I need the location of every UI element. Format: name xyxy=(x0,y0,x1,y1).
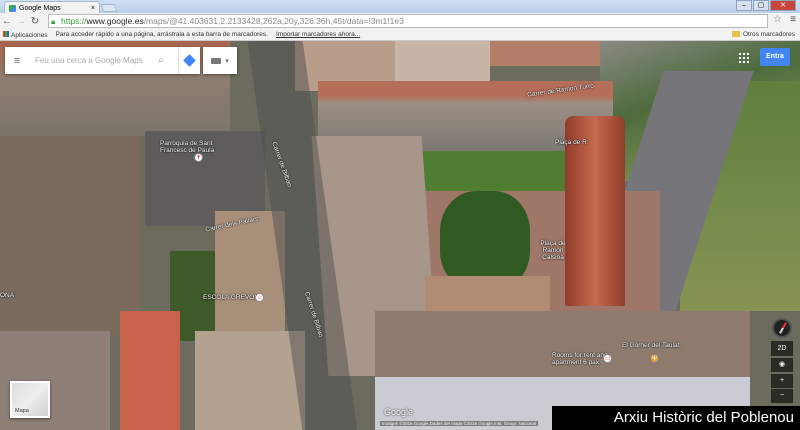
church-pin-icon[interactable]: ✝ xyxy=(194,153,203,162)
bookmarks-hint: Para acceder rápido a una página, arrást… xyxy=(56,31,268,38)
map-attribution[interactable]: Imatges ©2016 Google,Dades del mapa ©201… xyxy=(380,421,538,426)
lock-icon: 🔒︎ xyxy=(51,16,55,28)
restaurant-pin-icon[interactable]: Ψ xyxy=(650,354,659,363)
search-icon[interactable]: ⌕ xyxy=(158,55,178,66)
title-bar: Google Maps × – ▢ ✕ xyxy=(0,0,800,13)
search-input[interactable]: Feu una cerca a Google Maps xyxy=(29,56,158,65)
browser-menu-icon[interactable]: ≡ xyxy=(790,14,796,25)
directions-icon xyxy=(183,54,196,67)
apps-icon xyxy=(3,31,9,37)
apps-shortcut[interactable]: Aplicaciones xyxy=(3,31,48,39)
reload-icon[interactable]: ↻ xyxy=(28,16,42,27)
zoom-in-button[interactable]: + xyxy=(771,374,793,388)
map-view-switcher[interactable]: Mapa xyxy=(10,381,50,418)
import-bookmarks-link[interactable]: Importar marcadores ahora... xyxy=(276,31,360,38)
map-label-left-edge: ONA xyxy=(0,292,14,299)
maximize-button[interactable]: ▢ xyxy=(753,0,769,11)
other-bookmarks[interactable]: Otros marcadores xyxy=(732,31,795,38)
forward-icon[interactable]: → xyxy=(14,16,28,27)
satellite-map[interactable]: Parròquia de Sant Francesc de Paula ✝ Ca… xyxy=(0,41,800,430)
map-view-label: Mapa xyxy=(15,408,29,414)
zoom-out-button[interactable]: − xyxy=(771,389,793,403)
close-window-button[interactable]: ✕ xyxy=(770,0,796,11)
tab-title: Google Maps xyxy=(19,5,61,12)
location-icon[interactable]: ◉ xyxy=(771,358,793,372)
apps-grid-icon[interactable] xyxy=(739,53,749,63)
back-icon[interactable]: ← xyxy=(0,16,14,27)
search-box: ≡ Feu una cerca a Google Maps ⌕ xyxy=(5,47,200,74)
sign-in-button[interactable]: Entra xyxy=(760,48,790,66)
new-tab-button[interactable] xyxy=(101,4,118,12)
school-pin-icon[interactable]: ⌂ xyxy=(255,293,264,302)
folder-icon xyxy=(732,31,740,37)
map-label-school[interactable]: ESCOLA GREVOL xyxy=(203,294,258,301)
map-label-church[interactable]: Parròquia de Sant Francesc de Paula xyxy=(160,140,240,154)
url-scheme: https:// xyxy=(61,16,87,26)
apps-label: Aplicaciones xyxy=(11,32,48,39)
bookmarks-bar: Aplicaciones Para acceder rápido a una p… xyxy=(0,29,800,41)
lodging-pin-icon[interactable]: ▭ xyxy=(603,354,612,363)
map-label-square-top: Plaça de R xyxy=(555,139,587,146)
other-bookmarks-label: Otros marcadores xyxy=(743,31,795,38)
minimize-button[interactable]: – xyxy=(736,0,752,11)
url-input[interactable]: 🔒︎ https://www.google.es/maps/@41.403631,… xyxy=(48,14,768,28)
url-host: www.google.es xyxy=(87,16,144,26)
menu-icon[interactable]: ≡ xyxy=(5,55,29,67)
address-toolbar: ← → ↻ 🔒︎ https://www.google.es/maps/@41.4… xyxy=(0,13,800,29)
archive-watermark: Arxiu Històric del Poblenou xyxy=(552,406,800,430)
keyboard-icon xyxy=(211,58,221,64)
bookmark-star-icon[interactable]: ☆ xyxy=(773,14,782,25)
input-tools-button[interactable]: ▾ xyxy=(203,47,237,74)
map-label-restaurant[interactable]: El Gorner del Taulat xyxy=(622,342,679,349)
2d-toggle-button[interactable]: 2D xyxy=(771,341,793,356)
compass-icon[interactable] xyxy=(772,318,792,338)
directions-button[interactable] xyxy=(178,47,200,74)
google-maps-favicon-icon xyxy=(9,5,16,12)
tab-close-icon[interactable]: × xyxy=(91,5,95,12)
map-label-square[interactable]: Plaça de Ramon Calsina xyxy=(533,240,573,261)
chevron-down-icon: ▾ xyxy=(225,57,229,65)
google-logo: Google xyxy=(384,407,413,417)
url-path: /maps/@41.403631,2.2133428,262a,20y,326.… xyxy=(144,16,404,26)
map-label-rooms[interactable]: Rooms for rent and apartment 6 pax xyxy=(552,352,610,366)
